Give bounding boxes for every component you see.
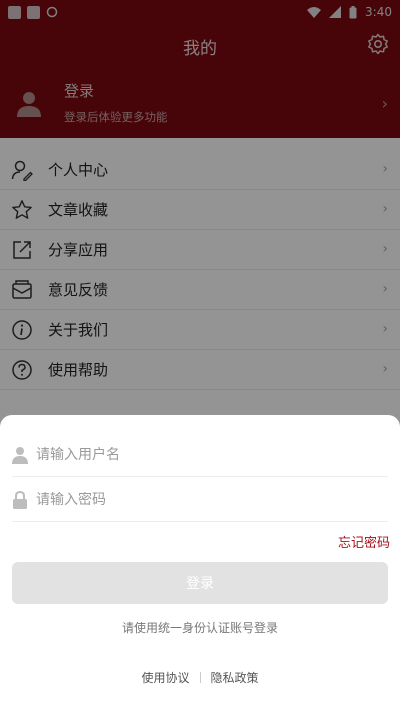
lock-icon: [13, 490, 27, 509]
terms-link[interactable]: 使用协议: [141, 669, 189, 686]
login-sheet: 忘记密码 登录 请使用统一身份认证账号登录 使用协议 隐私政策: [0, 415, 400, 712]
forgot-password-link[interactable]: 忘记密码: [338, 532, 390, 551]
unified-login-hint: 请使用统一身份认证账号登录: [121, 621, 278, 635]
login-button[interactable]: 登录: [12, 562, 388, 604]
password-field: [12, 478, 388, 522]
username-input[interactable]: [36, 446, 356, 463]
link-divider: [199, 672, 201, 683]
privacy-link[interactable]: 隐私政策: [211, 669, 259, 686]
password-input[interactable]: [36, 491, 356, 508]
user-icon: [12, 446, 28, 464]
legal-links: 使用协议 隐私政策: [0, 669, 400, 686]
username-field: [12, 433, 388, 477]
